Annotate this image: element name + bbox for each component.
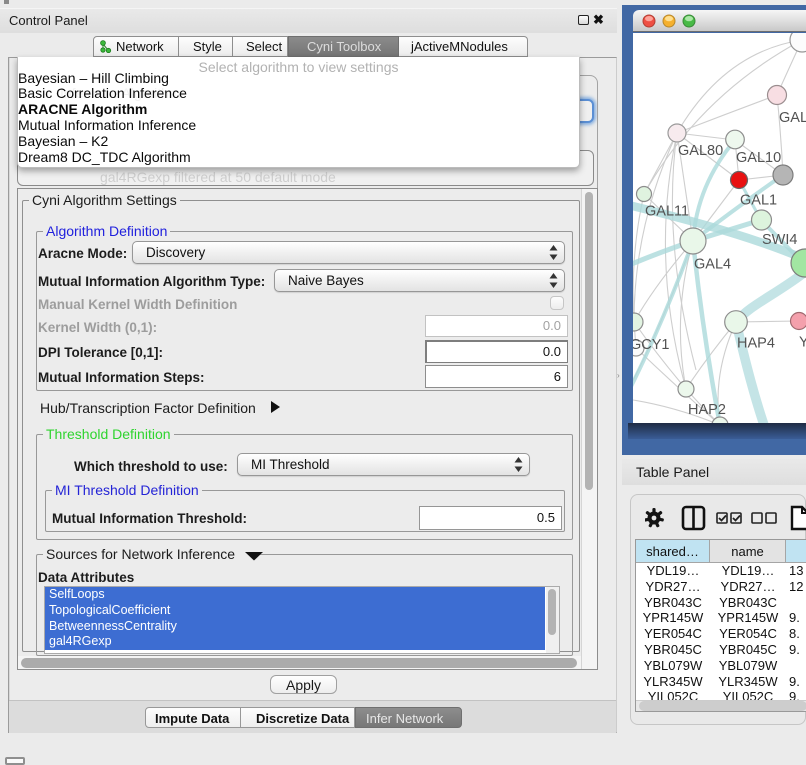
svg-text:GAL11: GAL11 xyxy=(645,204,689,220)
svg-text:Y: Y xyxy=(799,335,806,351)
svg-text:GAL1: GAL1 xyxy=(740,193,777,209)
svg-text:GAL10: GAL10 xyxy=(736,150,781,166)
svg-text:GAL7: GAL7 xyxy=(779,110,806,126)
svg-text:GAL4: GAL4 xyxy=(694,257,731,273)
svg-text:HAP4: HAP4 xyxy=(737,336,775,352)
svg-text:HAP2: HAP2 xyxy=(688,402,726,418)
svg-text:SWI4: SWI4 xyxy=(762,232,797,248)
svg-text:GAL80: GAL80 xyxy=(678,143,723,159)
svg-text:GCY1: GCY1 xyxy=(633,337,670,353)
